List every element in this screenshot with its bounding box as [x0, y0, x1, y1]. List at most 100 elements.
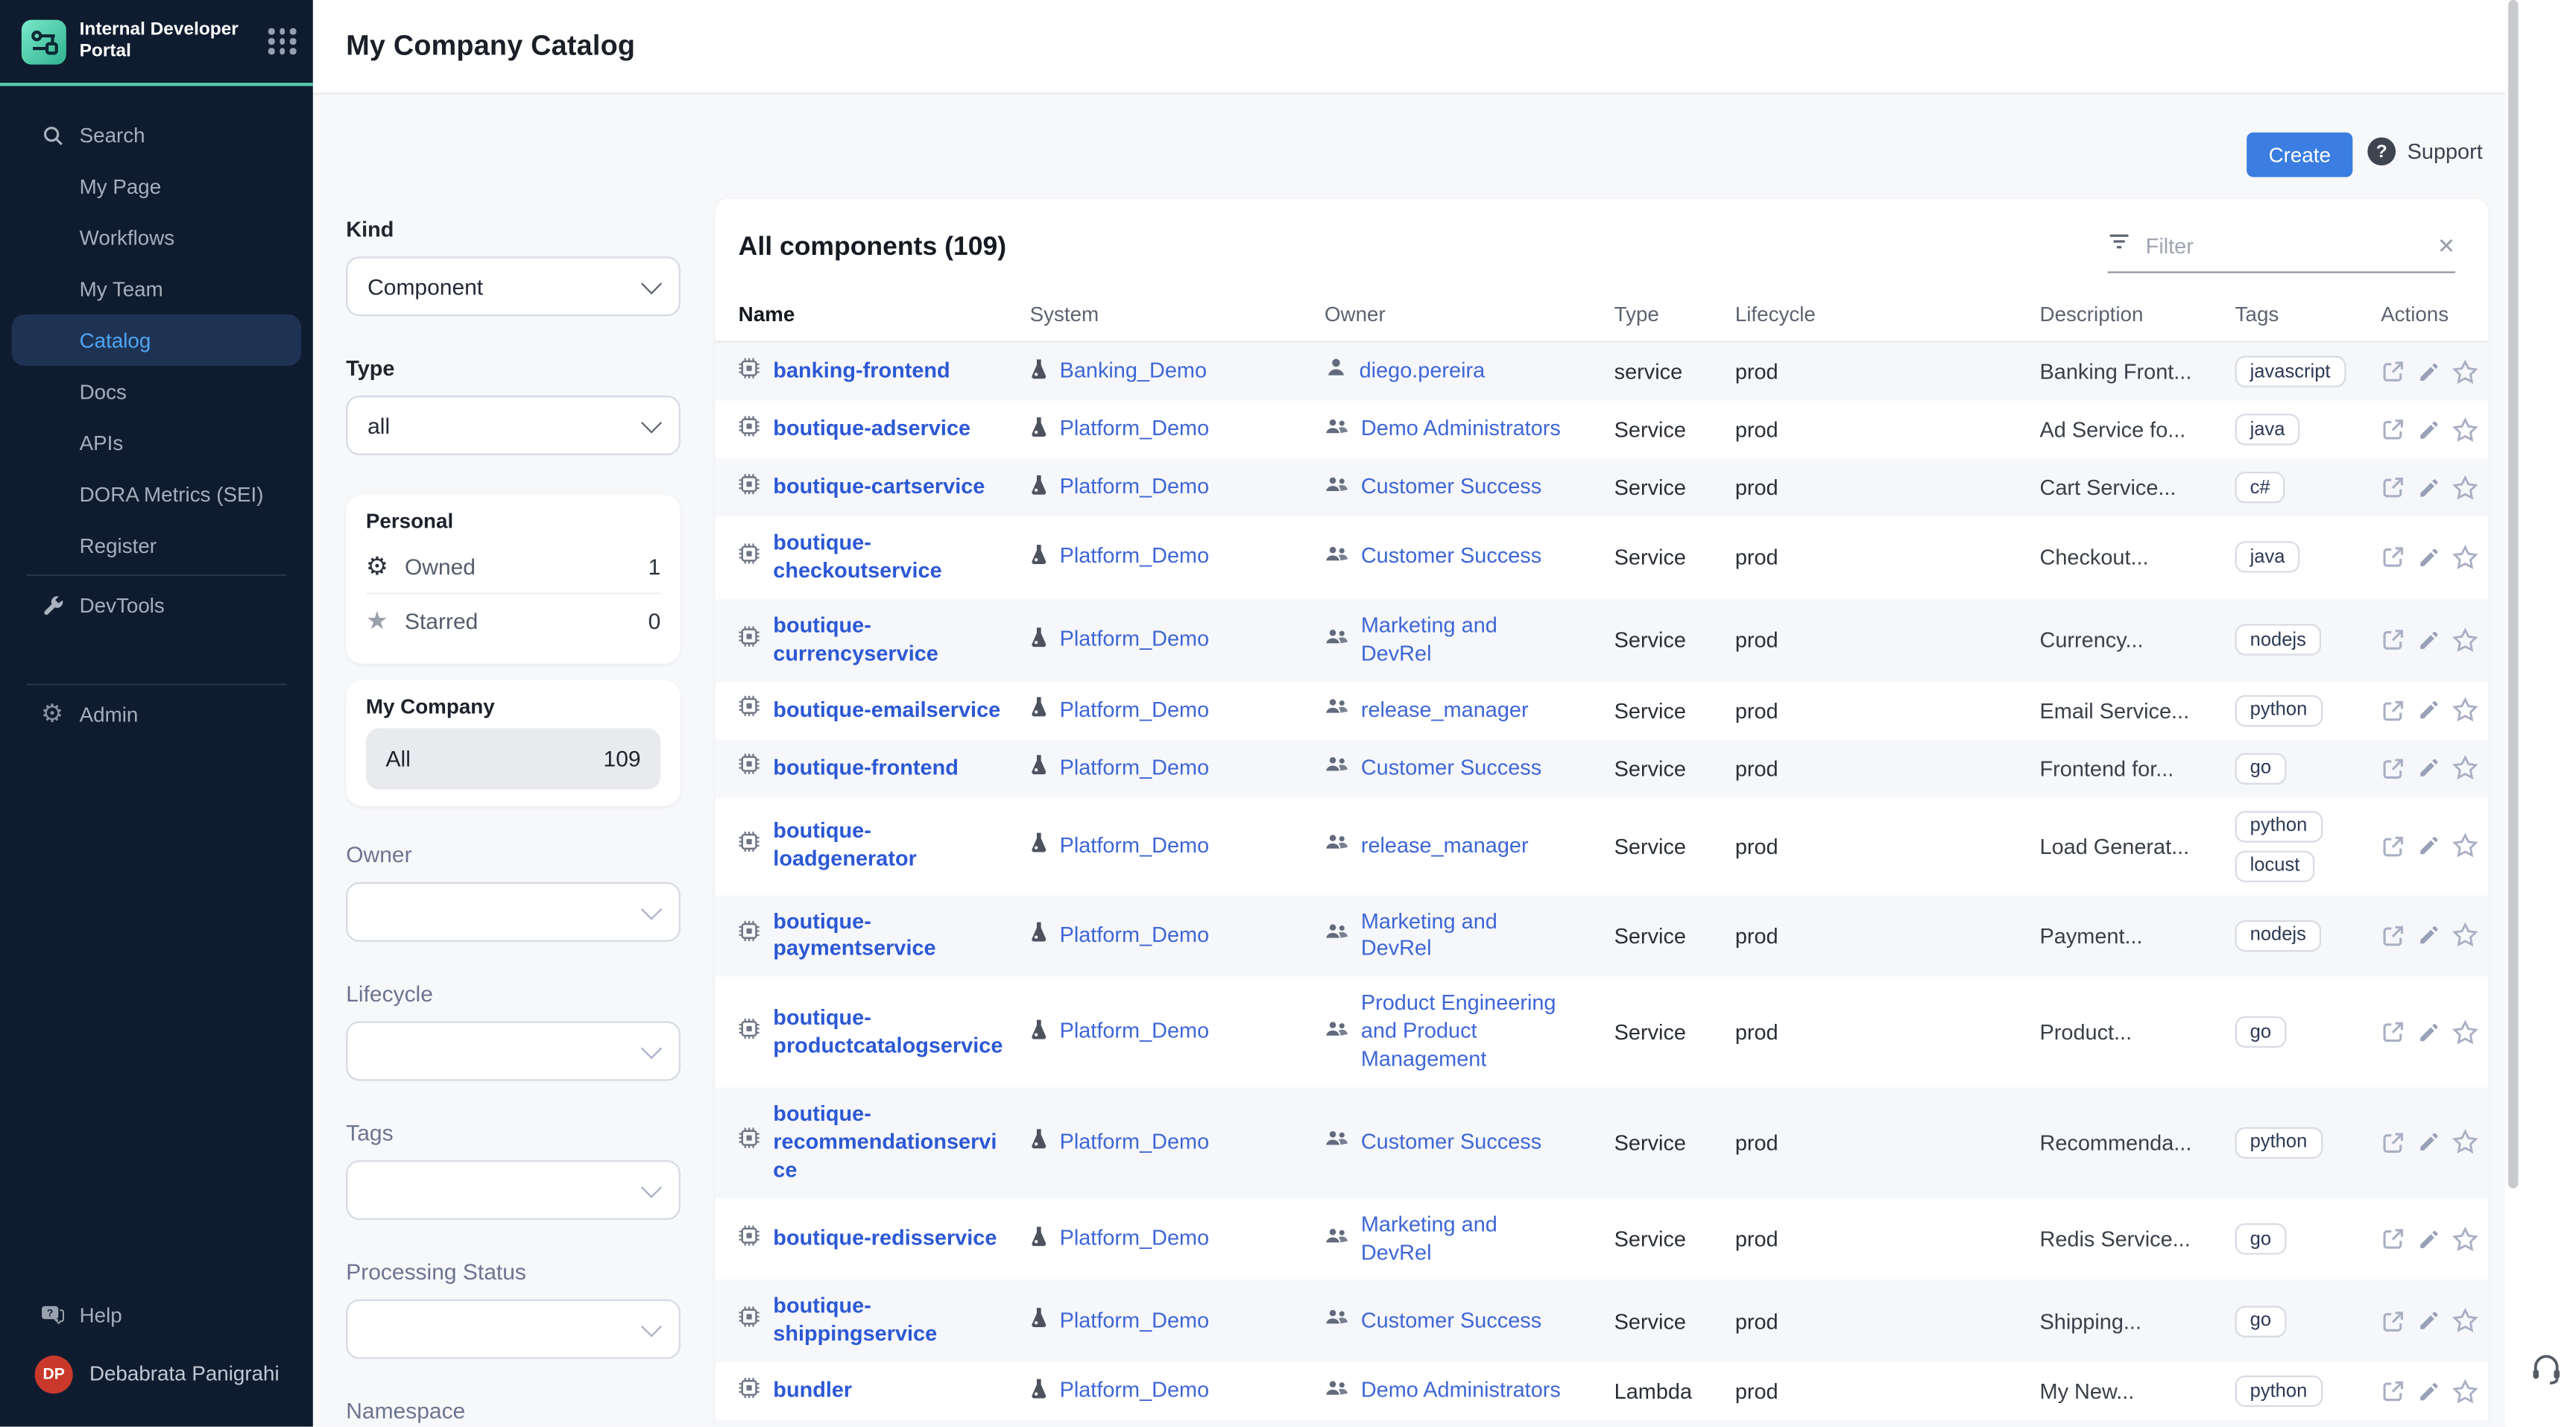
open-in-new-icon[interactable] — [2381, 474, 2405, 501]
component-link[interactable]: boutique-shippingservice — [773, 1294, 1006, 1350]
column-header-type[interactable]: Type — [1614, 303, 1735, 326]
edit-icon[interactable] — [2417, 1379, 2440, 1405]
component-link[interactable]: boutique-paymentservice — [773, 908, 1006, 964]
support-button[interactable]: ? Support — [2367, 137, 2482, 165]
edit-icon[interactable] — [2417, 1226, 2440, 1253]
component-link[interactable]: boutique-emailservice — [773, 696, 1000, 724]
component-link[interactable]: boutique-currencyservice — [773, 612, 1006, 668]
open-in-new-icon[interactable] — [2381, 832, 2405, 859]
apps-grid-icon[interactable] — [268, 28, 297, 54]
edit-icon[interactable] — [2417, 1130, 2440, 1157]
owner-link[interactable]: diego.pereira — [1360, 358, 1486, 386]
edit-icon[interactable] — [2417, 923, 2440, 949]
open-in-new-icon[interactable] — [2381, 1130, 2405, 1157]
owner-link[interactable]: Customer Success — [1361, 473, 1541, 501]
open-in-new-icon[interactable] — [2381, 697, 2405, 724]
table-filter-input[interactable] — [2142, 232, 2425, 260]
owned-filter[interactable]: ⚙ Owned 1 — [366, 540, 660, 592]
system-link[interactable]: Platform_Demo — [1060, 1129, 1210, 1157]
all-filter[interactable]: All 109 — [366, 728, 660, 789]
sidebar-item-catalog[interactable]: Catalog — [12, 314, 302, 366]
sidebar-item-dora-metrics-sei[interactable]: DORA Metrics (SEI) — [0, 469, 313, 520]
star-icon[interactable] — [2452, 697, 2479, 724]
column-header-lifecycle[interactable]: Lifecycle — [1735, 303, 2040, 326]
star-icon[interactable] — [2452, 417, 2479, 443]
system-link[interactable]: Platform_Demo — [1060, 1225, 1210, 1253]
system-link[interactable]: Platform_Demo — [1060, 1019, 1210, 1047]
user-menu[interactable]: DP Debabrata Panigrahi — [0, 1341, 313, 1407]
star-icon[interactable] — [2452, 545, 2479, 572]
owner-link[interactable]: Customer Success — [1361, 544, 1541, 572]
column-header-name[interactable]: Name — [739, 303, 1030, 326]
kind-select[interactable]: Component — [346, 256, 681, 316]
edit-icon[interactable] — [2417, 755, 2440, 782]
star-icon[interactable] — [2452, 1226, 2479, 1253]
scrollbar-thumb[interactable] — [2508, 0, 2518, 1189]
owner-link[interactable]: Customer Success — [1361, 1308, 1541, 1336]
edit-icon[interactable] — [2417, 1019, 2440, 1046]
system-link[interactable]: Platform_Demo — [1060, 696, 1210, 724]
sidebar-item-my-team[interactable]: My Team — [0, 263, 313, 314]
tags-select[interactable] — [346, 1160, 681, 1220]
component-link[interactable]: boutique-frontend — [773, 754, 959, 782]
system-link[interactable]: Platform_Demo — [1060, 922, 1210, 950]
edit-icon[interactable] — [2417, 545, 2440, 572]
starred-filter[interactable]: ★ Starred 0 — [366, 594, 660, 647]
star-icon[interactable] — [2452, 627, 2479, 654]
star-icon[interactable] — [2452, 923, 2479, 949]
star-icon[interactable] — [2452, 1130, 2479, 1157]
component-link[interactable]: boutique-adservice — [773, 416, 970, 444]
system-link[interactable]: Platform_Demo — [1060, 832, 1210, 860]
edit-icon[interactable] — [2417, 627, 2440, 654]
system-link[interactable]: Platform_Demo — [1060, 473, 1210, 501]
sidebar-item-my-page[interactable]: My Page — [0, 160, 313, 212]
owner-link[interactable]: release_manager — [1361, 696, 1529, 724]
owner-link[interactable]: Demo Administrators — [1361, 1378, 1561, 1406]
star-icon[interactable] — [2452, 1019, 2479, 1046]
component-link[interactable]: boutique-productcatalogservice — [773, 1004, 1006, 1060]
owner-link[interactable]: Customer Success — [1361, 1129, 1541, 1157]
owner-link[interactable]: Product Engineering and Product Manageme… — [1361, 990, 1573, 1075]
component-link[interactable]: boutique-redisservice — [773, 1225, 997, 1253]
star-icon[interactable] — [2452, 1309, 2479, 1335]
support-headset-icon[interactable] — [2528, 1350, 2565, 1395]
system-link[interactable]: Platform_Demo — [1060, 416, 1210, 444]
component-link[interactable]: boutique-loadgenerator — [773, 818, 1006, 874]
open-in-new-icon[interactable] — [2381, 545, 2405, 572]
processing-status-select[interactable] — [346, 1300, 681, 1359]
create-button[interactable]: Create — [2247, 133, 2352, 177]
sidebar-item-apis[interactable]: APIs — [0, 417, 313, 469]
component-link[interactable]: boutique-checkoutservice — [773, 530, 1006, 586]
sidebar-item-docs[interactable]: Docs — [0, 366, 313, 417]
column-header-system[interactable]: System — [1030, 303, 1325, 326]
component-link[interactable]: banking-frontend — [773, 358, 950, 386]
owner-link[interactable]: Marketing and DevRel — [1361, 908, 1573, 964]
system-link[interactable]: Platform_Demo — [1060, 626, 1210, 654]
open-in-new-icon[interactable] — [2381, 923, 2405, 949]
edit-icon[interactable] — [2417, 417, 2440, 443]
sidebar-item-devtools[interactable]: DevTools — [0, 579, 313, 630]
component-link[interactable]: boutique-recommendationservice — [773, 1101, 1006, 1185]
edit-icon[interactable] — [2417, 1309, 2440, 1335]
sidebar-item-admin[interactable]: ⚙Admin — [0, 689, 313, 740]
owner-link[interactable]: Customer Success — [1361, 754, 1541, 782]
component-link[interactable]: bundler — [773, 1378, 852, 1406]
star-icon[interactable] — [2452, 474, 2479, 501]
owner-link[interactable]: Demo Administrators — [1361, 416, 1561, 444]
type-select[interactable]: all — [346, 396, 681, 455]
edit-icon[interactable] — [2417, 697, 2440, 724]
star-icon[interactable] — [2452, 1379, 2479, 1405]
open-in-new-icon[interactable] — [2381, 1309, 2405, 1335]
system-link[interactable]: Platform_Demo — [1060, 544, 1210, 572]
lifecycle-select[interactable] — [346, 1021, 681, 1080]
star-icon[interactable] — [2452, 755, 2479, 782]
edit-icon[interactable] — [2417, 832, 2440, 859]
component-link[interactable]: boutique-cartservice — [773, 473, 985, 501]
star-icon[interactable] — [2452, 358, 2479, 385]
system-link[interactable]: Platform_Demo — [1060, 1308, 1210, 1336]
sidebar-item-register[interactable]: Register — [0, 519, 313, 571]
sidebar-item-help[interactable]: ? Help — [0, 1289, 313, 1341]
edit-icon[interactable] — [2417, 358, 2440, 385]
open-in-new-icon[interactable] — [2381, 1019, 2405, 1046]
owner-link[interactable]: release_manager — [1361, 832, 1529, 860]
